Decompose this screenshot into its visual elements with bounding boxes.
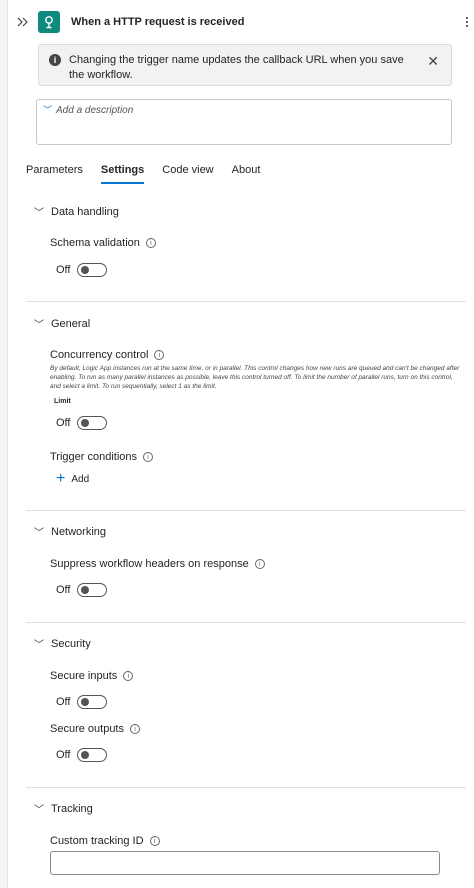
secure-outputs-toggle[interactable] (77, 748, 108, 762)
section-tracking[interactable]: ﹀ Tracking (34, 801, 93, 817)
info-icon[interactable]: i (254, 559, 265, 569)
chevron-down-icon: ﹀ (34, 528, 44, 539)
suppress-headers-toggle[interactable] (77, 583, 108, 597)
section-networking[interactable]: ﹀ Networking (34, 524, 107, 540)
custom-tracking-id-input[interactable] (50, 851, 440, 875)
field-label-text: Secure outputs (50, 723, 124, 735)
field-label-text: Schema validation (50, 237, 140, 249)
close-icon[interactable]: ✕ (427, 54, 439, 68)
field-label-text: Concurrency control (50, 349, 149, 361)
schema-validation-label: Schema validation i (50, 237, 156, 249)
info-icon[interactable]: i (154, 350, 165, 360)
tab-about[interactable]: About (232, 160, 261, 184)
plus-icon: + (56, 470, 66, 487)
concurrency-toggle-row: Off (56, 416, 108, 430)
info-icon[interactable]: i (149, 836, 160, 846)
concurrency-help-text: By default, Logic App instances run at t… (50, 365, 460, 390)
schema-validation-toggle[interactable] (77, 263, 108, 277)
suppress-headers-toggle-row: Off (56, 583, 108, 597)
section-title: Security (51, 637, 91, 650)
toggle-state-label: Off (56, 696, 71, 708)
custom-tracking-id-label: Custom tracking ID i (50, 835, 160, 847)
info-icon[interactable]: i (145, 238, 156, 248)
divider (26, 622, 466, 623)
section-data-handling[interactable]: ﹀ Data handling (34, 204, 119, 220)
http-request-icon (38, 11, 60, 33)
double-chevron-right-icon[interactable] (14, 13, 32, 31)
field-label-text: Custom tracking ID (50, 835, 144, 847)
secure-inputs-toggle[interactable] (77, 695, 108, 709)
tab-list: Parameters Settings Code view About (26, 160, 278, 188)
divider (26, 787, 466, 788)
info-icon[interactable]: i (143, 452, 154, 462)
chevron-down-icon: ﹀ (34, 320, 44, 331)
toggle-state-label: Off (56, 749, 71, 761)
divider (26, 301, 466, 302)
toggle-state-label: Off (56, 417, 71, 429)
secure-inputs-label: Secure inputs i (50, 670, 134, 682)
panel-header: When a HTTP request is received (14, 8, 470, 36)
concurrency-toggle[interactable] (77, 416, 108, 430)
add-trigger-condition-button[interactable]: + Add (56, 470, 90, 487)
section-general[interactable]: ﹀ General (34, 316, 91, 332)
info-icon: i (49, 54, 61, 66)
left-rail (0, 0, 8, 888)
schema-validation-toggle-row: Off (56, 263, 108, 277)
description-field[interactable]: ﹀ Add a description (36, 99, 452, 145)
section-title: Tracking (51, 802, 93, 815)
section-security[interactable]: ﹀ Security (34, 636, 91, 652)
section-title: Data handling (51, 205, 119, 218)
description-placeholder: Add a description (56, 105, 134, 116)
secure-inputs-toggle-row: Off (56, 695, 108, 709)
more-vertical-icon[interactable] (462, 12, 472, 32)
info-icon[interactable]: i (130, 724, 140, 734)
info-icon[interactable]: i (123, 671, 134, 681)
divider (26, 510, 466, 511)
tab-settings[interactable]: Settings (100, 160, 145, 184)
chevron-down-icon: ﹀ (34, 208, 44, 219)
section-title: Networking (51, 525, 107, 538)
add-label: Add (71, 473, 90, 485)
field-label-text: Suppress workflow headers on response (50, 558, 249, 570)
secure-outputs-label: Secure outputs i (50, 723, 140, 735)
limit-label: Limit (54, 398, 71, 405)
suppress-headers-label: Suppress workflow headers on response i (50, 558, 265, 570)
chevron-down-icon: ﹀ (34, 640, 44, 651)
trigger-conditions-label: Trigger conditions i (50, 451, 154, 463)
chevron-down-icon: ﹀ (43, 105, 53, 115)
info-message-bar: i Changing the trigger name updates the … (38, 44, 452, 86)
section-title: General (51, 317, 91, 330)
tab-code-view[interactable]: Code view (162, 160, 213, 184)
trigger-title[interactable]: When a HTTP request is received (71, 16, 244, 28)
chevron-down-icon: ﹀ (34, 805, 44, 816)
concurrency-control-label: Concurrency control i (50, 349, 165, 361)
toggle-state-label: Off (56, 264, 71, 276)
secure-outputs-toggle-row: Off (56, 748, 108, 762)
info-message-text: Changing the trigger name updates the ca… (69, 54, 404, 81)
tab-parameters[interactable]: Parameters (26, 160, 83, 184)
field-label-text: Trigger conditions (50, 451, 138, 463)
toggle-state-label: Off (56, 584, 71, 596)
field-label-text: Secure inputs (50, 670, 118, 682)
